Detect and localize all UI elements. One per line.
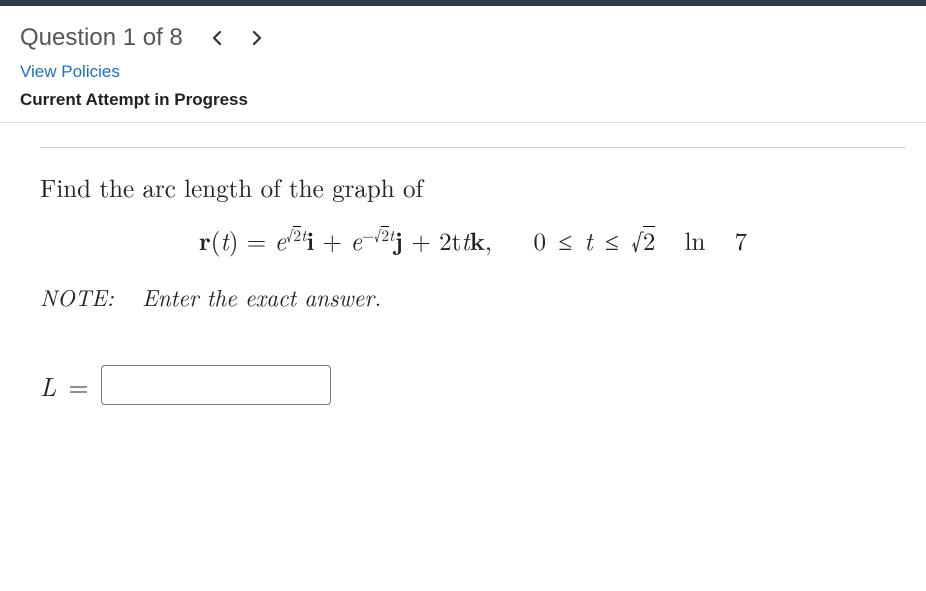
close-paren: ) <box>229 223 239 258</box>
question-header: Question 1 of 8 <box>0 6 926 62</box>
coeff-2t: 2tt <box>439 223 470 258</box>
comma: , <box>485 223 492 258</box>
ln-label: ln <box>685 223 706 258</box>
unit-k: k <box>470 223 485 258</box>
vector-r: r <box>199 223 211 258</box>
sqrt2: √2 <box>631 223 655 258</box>
question-number-label: Question 1 of 8 <box>20 24 183 52</box>
le-1: ≤ <box>554 223 576 258</box>
bound-var: t <box>584 223 592 258</box>
space2 <box>714 223 727 258</box>
note-label: NOTE: <box>40 280 114 313</box>
unit-i: i <box>306 223 314 258</box>
attempt-status: Current Attempt in Progress <box>0 90 926 123</box>
next-question-button[interactable] <box>251 30 263 46</box>
question-content: Find the arc length of the graph of r(t)… <box>40 147 906 405</box>
ln-arg: 7 <box>735 223 748 258</box>
chevron-right-icon <box>251 30 263 46</box>
equals-sign: = <box>247 223 275 258</box>
unit-j: j <box>394 223 403 258</box>
plus-1: + <box>323 223 351 258</box>
chevron-left-icon <box>211 30 223 46</box>
problem-equation: r(t) = e√2ti + e−√2tj + 2ttk, 0 ≤ t ≤ √2… <box>40 223 906 258</box>
question-nav <box>211 30 263 46</box>
answer-input[interactable] <box>101 365 331 405</box>
answer-equals: = <box>68 367 88 404</box>
space <box>664 223 677 258</box>
base-e-2: e <box>350 223 362 258</box>
problem-prompt: Find the arc length of the graph of <box>40 170 906 205</box>
le-2: ≤ <box>601 223 623 258</box>
exp-1: √2t <box>286 225 306 246</box>
plus-2: + <box>411 223 439 258</box>
answer-variable: L <box>40 367 56 404</box>
problem-note: NOTE: Enter the exact answer. <box>40 280 906 313</box>
view-policies-row: View Policies <box>0 62 926 90</box>
base-e-1: e <box>275 223 287 258</box>
bound-lower: 0 <box>534 223 547 258</box>
prev-question-button[interactable] <box>211 30 223 46</box>
answer-row: L = <box>40 365 906 405</box>
note-text: Enter the exact answer. <box>142 280 381 313</box>
exp-2: −√2t <box>362 225 394 246</box>
open-paren: ( <box>211 223 221 258</box>
view-policies-link[interactable]: View Policies <box>20 62 120 81</box>
param-t: t <box>220 223 228 258</box>
